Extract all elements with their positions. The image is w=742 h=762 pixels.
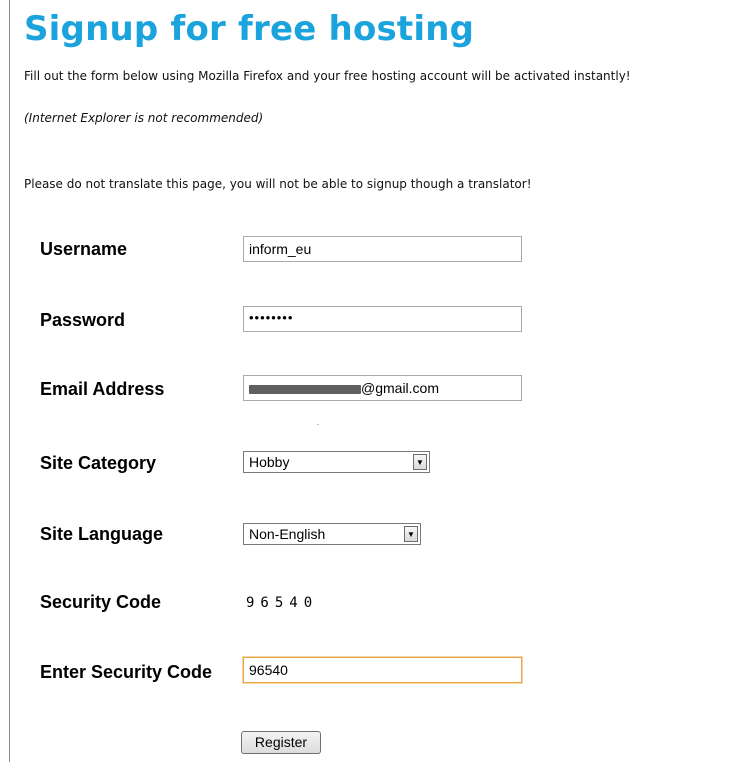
dropdown-arrow-icon[interactable]: ▼	[404, 526, 418, 542]
site-category-selected: Hobby	[249, 454, 290, 470]
intro-text: Fill out the form below using Mozilla Fi…	[24, 69, 631, 83]
username-label: Username	[40, 239, 128, 259]
username-input[interactable]: inform_eu	[243, 236, 522, 262]
site-language-select[interactable]: Non-English ▼	[243, 523, 421, 545]
redacted-email-user	[249, 384, 361, 394]
password-label: Password	[40, 310, 126, 330]
page-left-border	[9, 0, 10, 762]
register-button[interactable]: Register	[241, 731, 321, 754]
site-category-label: Site Category	[40, 453, 157, 473]
site-category-select[interactable]: Hobby ▼	[243, 451, 430, 473]
translate-note: Please do not translate this page, you w…	[24, 177, 532, 191]
security-code-input-value: 96540	[249, 662, 288, 678]
security-code-label: Security Code	[40, 592, 162, 612]
security-code-image: 96540	[246, 595, 319, 611]
site-language-label: Site Language	[40, 524, 164, 544]
browser-note: (Internet Explorer is not recommended)	[24, 111, 264, 125]
email-label: Email Address	[40, 379, 165, 399]
username-value: inform_eu	[249, 241, 312, 257]
email-domain: @gmail.com	[361, 380, 440, 396]
password-masked-value: ••••••••	[249, 310, 294, 325]
site-language-selected: Non-English	[249, 526, 326, 542]
stray-dot	[317, 424, 319, 425]
dropdown-arrow-icon[interactable]: ▼	[413, 454, 427, 470]
enter-security-code-label: Enter Security Code	[40, 662, 213, 682]
password-input[interactable]: ••••••••	[243, 306, 522, 332]
email-input[interactable]: @gmail.com	[243, 375, 522, 401]
page-title: Signup for free hosting	[24, 9, 475, 49]
security-code-input[interactable]: 96540	[243, 657, 522, 683]
